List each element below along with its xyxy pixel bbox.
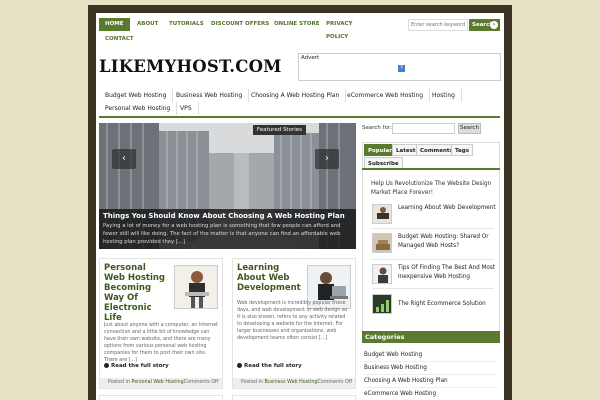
arrow-right-icon: › xyxy=(490,21,498,29)
read-more-link[interactable]: Read the full story xyxy=(104,363,169,369)
cat-nav-choosing[interactable]: Choosing A Web Hosting Plan xyxy=(245,89,347,102)
cat-nav-budget[interactable]: Budget Web Hosting xyxy=(99,89,174,102)
read-more-label: Read the full story xyxy=(244,363,302,369)
divider xyxy=(372,259,494,260)
post-meta: Posted in Business Web HostingComments O… xyxy=(233,378,355,388)
popular-link[interactable]: Learning About Web Development xyxy=(398,204,496,213)
posted-in-label: Posted in xyxy=(241,380,263,385)
post-category-link[interactable]: Business Web Hosting xyxy=(264,380,317,385)
bullet-icon xyxy=(237,363,242,368)
post-title[interactable]: Personal Web Hosting Becoming Way Of Ele… xyxy=(104,263,168,323)
post-title[interactable]: Learning About Web Development xyxy=(237,263,301,293)
nav-divider xyxy=(99,116,500,118)
post-excerpt: Web development is incredibly popular th… xyxy=(237,301,348,341)
advert-box: Advert ? xyxy=(298,53,501,81)
person-image xyxy=(373,265,391,283)
post-card-partial xyxy=(99,395,223,400)
nav-online-store[interactable]: Online Store xyxy=(268,18,326,31)
sidebar-category-link[interactable]: Business Web Hosting xyxy=(364,362,498,375)
desk-image xyxy=(373,205,391,223)
sidebar-category-link[interactable]: Choosing A Web Hosting Plan xyxy=(364,375,498,388)
featured-caption: Things You Should Know About Choosing A … xyxy=(99,209,356,249)
popular-link[interactable]: Budget Web Hosting: Shared Or Managed We… xyxy=(398,233,496,251)
search-button[interactable]: Search › xyxy=(469,19,500,31)
read-more-label: Read the full story xyxy=(111,363,169,369)
comments-status: Comments Off xyxy=(317,380,353,385)
search-input[interactable] xyxy=(408,19,468,31)
bullet-icon xyxy=(104,363,109,368)
sidebar-search-label: Search for: xyxy=(362,125,392,131)
site-logo[interactable]: LIKEMYHOST.COM xyxy=(99,57,282,76)
popular-item: Budget Web Hosting: Shared Or Managed We… xyxy=(372,233,496,255)
sidebar-category-link[interactable]: eCommerce Web Hosting xyxy=(364,388,498,400)
featured-title[interactable]: Things You Should Know About Choosing A … xyxy=(103,212,352,220)
nav-about[interactable]: About xyxy=(131,18,164,31)
tab-tags[interactable]: Tags xyxy=(451,144,473,156)
chevron-right-icon[interactable]: › xyxy=(315,149,339,169)
popular-link[interactable]: Tips Of Finding The Best And Most Inexpe… xyxy=(398,264,496,282)
popular-item: The Right Ecommerce Solution xyxy=(372,294,496,316)
sidebar-search-button[interactable]: Search xyxy=(458,123,481,134)
nav-privacy-policy[interactable]: Privacy Policy xyxy=(320,18,379,40)
advert-label: Advert xyxy=(301,55,320,61)
post-category-link[interactable]: Personal Web Hosting xyxy=(131,380,183,385)
featured-slider[interactable]: Featured Stories ‹ › Things You Should K… xyxy=(99,123,356,249)
page-container: Home About Tutorials Discount Offers Onl… xyxy=(96,13,504,400)
post-excerpt: Just about anyone with a computer, an In… xyxy=(104,323,218,363)
popular-item: Tips Of Finding The Best And Most Inexpe… xyxy=(372,264,496,286)
popular-thumbnail[interactable] xyxy=(372,264,392,284)
nav-discount-offers[interactable]: Discount Offers xyxy=(205,18,275,31)
cat-nav-ecommerce[interactable]: eCommerce Web Hosting xyxy=(341,89,431,102)
popular-thumbnail[interactable] xyxy=(372,294,392,314)
popular-thumbnail[interactable] xyxy=(372,204,392,224)
nav-home[interactable]: Home xyxy=(99,18,130,31)
divider xyxy=(372,288,494,289)
post-card: Learning About Web Development Web devel… xyxy=(232,258,356,389)
popular-link[interactable]: The Right Ecommerce Solution xyxy=(398,300,496,309)
categories-heading: Categories xyxy=(362,331,500,343)
nav-tutorials[interactable]: Tutorials xyxy=(163,18,210,31)
cat-nav-vps[interactable]: VPS xyxy=(174,102,199,115)
featured-badge: Featured Stories xyxy=(252,125,306,135)
cat-nav-hosting[interactable]: Hosting xyxy=(426,89,462,102)
post-meta: Posted in Personal Web HostingComments O… xyxy=(100,378,222,388)
popular-item: Learning About Web Development xyxy=(372,204,496,226)
popular-thumbnail[interactable] xyxy=(372,233,392,253)
category-navigation: Budget Web Hosting Business Web Hosting … xyxy=(99,89,500,119)
post-card: Personal Web Hosting Becoming Way Of Ele… xyxy=(99,258,223,389)
advert-placeholder-icon[interactable]: ? xyxy=(398,65,405,72)
post-thumbnail[interactable] xyxy=(174,265,218,309)
post-card-partial xyxy=(232,395,356,400)
divider xyxy=(372,228,494,229)
top-navigation: Home About Tutorials Discount Offers Onl… xyxy=(99,17,379,47)
sidebar-search-input[interactable] xyxy=(392,123,455,134)
popular-intro-link[interactable]: Help Us Revolutionize The Website Design… xyxy=(371,180,493,198)
cat-nav-business[interactable]: Business Web Hosting xyxy=(170,89,250,102)
chevron-left-icon[interactable]: ‹ xyxy=(112,149,136,169)
comments-status: Comments Off xyxy=(183,380,219,385)
featured-excerpt: Paying a lot of money for a web hosting … xyxy=(103,223,341,245)
nav-contact[interactable]: Contact xyxy=(99,33,140,46)
read-more-link[interactable]: Read the full story xyxy=(237,363,302,369)
growth-chart-image xyxy=(373,295,391,313)
tabs-divider xyxy=(362,168,500,170)
person-laptop-image xyxy=(175,266,217,308)
sidebar-category-link[interactable]: Budget Web Hosting xyxy=(364,349,498,362)
posted-in-label: Posted in xyxy=(108,380,130,385)
stack-image xyxy=(373,234,391,252)
cat-nav-personal[interactable]: Personal Web Hosting xyxy=(99,102,178,115)
